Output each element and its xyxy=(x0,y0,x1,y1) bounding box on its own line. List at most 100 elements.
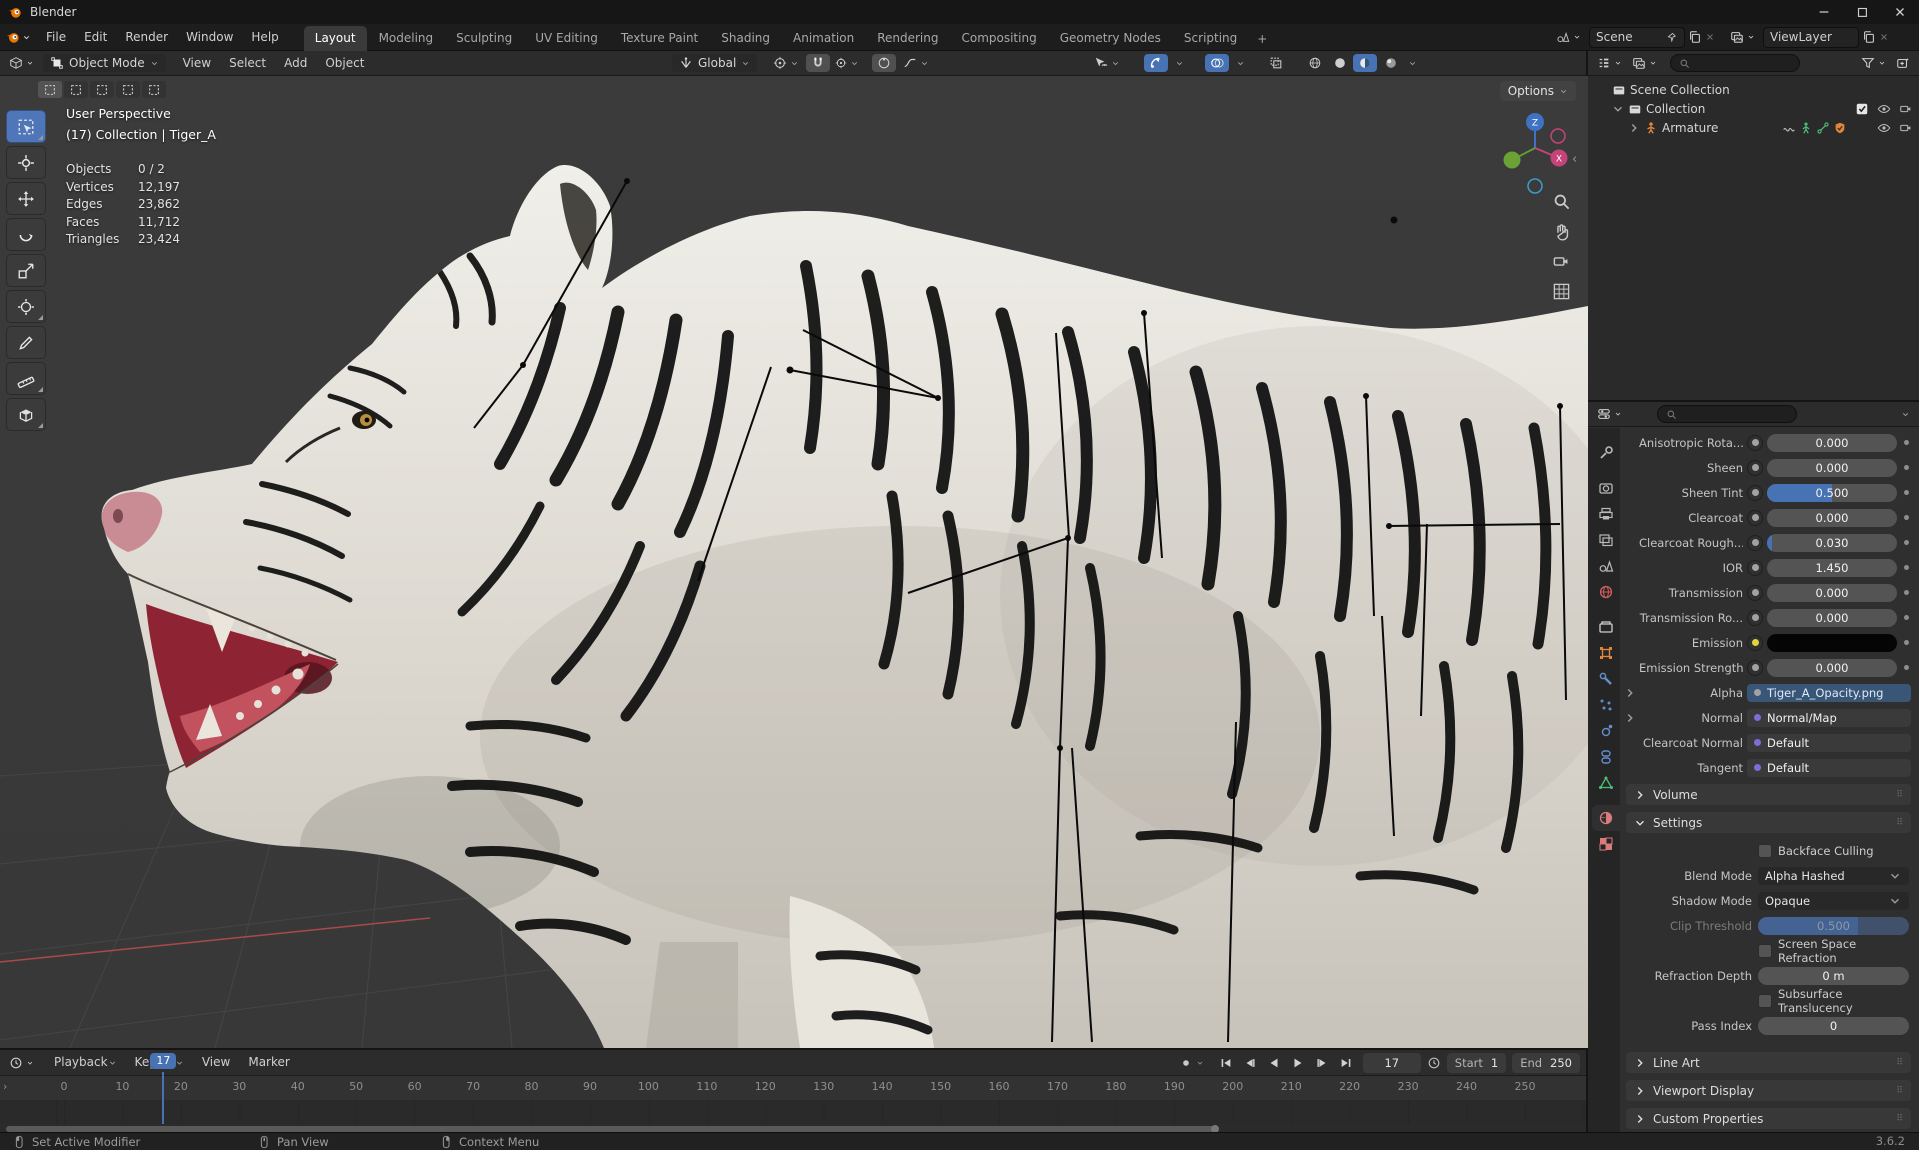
property-value-field[interactable]: 0.000 xyxy=(1767,433,1897,452)
expand-caret[interactable] xyxy=(1612,102,1624,116)
play-button[interactable] xyxy=(1287,1053,1309,1073)
timeline-menu-playback[interactable]: Playback xyxy=(45,1052,126,1073)
viewport-canvas[interactable]: User Perspective (17) Collection | Tiger… xyxy=(0,76,1588,1048)
decorator-button[interactable] xyxy=(1747,609,1763,626)
animate-dot[interactable] xyxy=(1901,440,1911,445)
tool-transform[interactable] xyxy=(6,290,46,323)
shading-dropdown[interactable] xyxy=(1403,57,1422,70)
animate-dot[interactable] xyxy=(1901,640,1911,645)
workspace-tab-rendering[interactable]: Rendering xyxy=(866,26,949,51)
outliner-display-mode-button[interactable] xyxy=(1592,54,1627,72)
decorator-button[interactable] xyxy=(1747,459,1763,476)
outliner-item-collection[interactable]: Collection xyxy=(1588,99,1919,118)
expand-caret[interactable] xyxy=(1628,121,1640,135)
select-mode-intersect[interactable] xyxy=(142,81,166,98)
animate-dot[interactable] xyxy=(1901,540,1911,545)
add-workspace-button[interactable]: + xyxy=(1249,27,1275,51)
property-value-field[interactable]: 0.000 xyxy=(1767,608,1897,627)
prevkey-button[interactable] xyxy=(1239,1053,1261,1073)
properties-options-dropdown[interactable] xyxy=(1896,408,1915,421)
properties-tab-constraints[interactable] xyxy=(1592,744,1620,770)
menu-window[interactable]: Window xyxy=(177,27,242,47)
viewport-menu-add[interactable]: Add xyxy=(275,53,316,73)
scene-browse-button[interactable] xyxy=(1551,28,1586,46)
menu-file[interactable]: File xyxy=(37,27,75,47)
decorator-button[interactable] xyxy=(1747,659,1763,676)
properties-tab-view-layer[interactable] xyxy=(1592,527,1620,553)
drag-grip-icon[interactable]: ⠿ xyxy=(1896,1058,1904,1068)
current-frame-pill[interactable]: 17 xyxy=(150,1053,177,1069)
workspace-tab-geometry-nodes[interactable]: Geometry Nodes xyxy=(1049,26,1172,51)
overlays-dropdown[interactable] xyxy=(1231,57,1250,70)
new-view-layer-icon[interactable] xyxy=(1862,30,1876,44)
use-preview-range-icon[interactable] xyxy=(1427,1056,1441,1070)
section-settings[interactable]: Settings ⠿ xyxy=(1626,812,1911,833)
end-frame-field[interactable]: End 250 xyxy=(1512,1053,1580,1073)
workspace-tab-uv-editing[interactable]: UV Editing xyxy=(524,26,609,51)
properties-tab-collection[interactable] xyxy=(1592,614,1620,640)
section-custom-properties[interactable]: Custom Properties ⠿ xyxy=(1626,1108,1911,1129)
toggle-camera[interactable] xyxy=(1899,101,1913,116)
workspace-tab-scripting[interactable]: Scripting xyxy=(1173,26,1248,51)
property-value-field[interactable]: 0.000 xyxy=(1767,658,1897,677)
options-button[interactable]: Options xyxy=(1499,81,1576,101)
decorator-button[interactable] xyxy=(1747,484,1763,501)
first-button[interactable] xyxy=(1215,1053,1237,1073)
toggle-eye[interactable] xyxy=(1877,120,1891,135)
app-menu-button[interactable] xyxy=(0,30,37,44)
timeline-track[interactable] xyxy=(0,1100,1586,1124)
new-collection-button[interactable] xyxy=(1891,54,1915,72)
shading-rendered-button[interactable] xyxy=(1379,54,1403,72)
workspace-tab-animation[interactable]: Animation xyxy=(782,26,865,51)
property-value-field[interactable]: 0.500 xyxy=(1767,483,1897,502)
properties-tab-world[interactable] xyxy=(1592,579,1620,605)
navigation-gizmo[interactable]: Z X xyxy=(1492,100,1578,196)
proportional-editing-toggle[interactable] xyxy=(872,54,896,72)
workspace-tab-sculpting[interactable]: Sculpting xyxy=(445,26,523,51)
minimize-button[interactable] xyxy=(1805,0,1843,24)
gizmo-neg-y-axis[interactable] xyxy=(1550,128,1566,144)
gizmo-dropdown[interactable] xyxy=(1170,57,1189,70)
field-pass-index[interactable]: 0 xyxy=(1758,1016,1909,1035)
menu-render[interactable]: Render xyxy=(116,27,177,47)
animate-dot[interactable] xyxy=(1901,490,1911,495)
revplay-button[interactable] xyxy=(1263,1053,1285,1073)
decorator-button[interactable] xyxy=(1747,634,1763,651)
animate-dot[interactable] xyxy=(1901,665,1911,670)
properties-tab-scene[interactable] xyxy=(1592,553,1620,579)
nextkey-button[interactable] xyxy=(1311,1053,1333,1073)
properties-tab-physics[interactable] xyxy=(1592,718,1620,744)
dropdown-blend-mode[interactable]: Alpha Hashed xyxy=(1758,866,1909,885)
animate-dot[interactable] xyxy=(1901,615,1911,620)
scene-name-field[interactable]: Scene xyxy=(1589,26,1685,48)
property-value-field[interactable] xyxy=(1767,633,1897,652)
toggle-eye[interactable] xyxy=(1877,101,1891,116)
mode-dropdown[interactable]: Object Mode xyxy=(43,54,166,72)
viewport-menu-object[interactable]: Object xyxy=(316,53,373,73)
show-gizmo-toggle[interactable] xyxy=(1144,54,1168,72)
drag-grip-icon[interactable]: ⠿ xyxy=(1896,1114,1904,1124)
auto-keying-toggle[interactable] xyxy=(1174,1054,1209,1072)
property-value-field[interactable]: 0.030 xyxy=(1767,533,1897,552)
property-value-field[interactable]: Default xyxy=(1747,758,1911,777)
checkbox-screen-space-refraction[interactable] xyxy=(1758,943,1772,958)
select-mode-subtract[interactable] xyxy=(90,81,114,98)
shading-material-button[interactable] xyxy=(1353,54,1377,72)
gizmo-neg-z-axis[interactable] xyxy=(1527,178,1543,194)
properties-tab-particles[interactable] xyxy=(1592,692,1620,718)
pivot-point-dropdown[interactable] xyxy=(768,54,804,72)
timeline-menu-marker[interactable]: Marker xyxy=(239,1052,298,1073)
decorator-button[interactable] xyxy=(1747,559,1763,576)
remove-view-layer-icon[interactable] xyxy=(1879,32,1889,42)
toggle-checkbox[interactable] xyxy=(1855,101,1869,116)
workspace-tab-modeling[interactable]: Modeling xyxy=(368,26,445,51)
select-mode-extend[interactable] xyxy=(64,81,88,98)
region-collapse-arrow[interactable]: ‹ xyxy=(1572,152,1577,167)
animate-dot[interactable] xyxy=(1901,465,1911,470)
view-layer-browse-button[interactable] xyxy=(1725,28,1760,46)
current-frame-field[interactable]: 17 xyxy=(1362,1053,1421,1073)
property-value-field[interactable]: Normal/Map xyxy=(1747,708,1911,727)
editor-type-button[interactable] xyxy=(4,54,39,72)
properties-tab-object[interactable] xyxy=(1592,640,1620,666)
tool-rotate[interactable] xyxy=(6,218,46,251)
